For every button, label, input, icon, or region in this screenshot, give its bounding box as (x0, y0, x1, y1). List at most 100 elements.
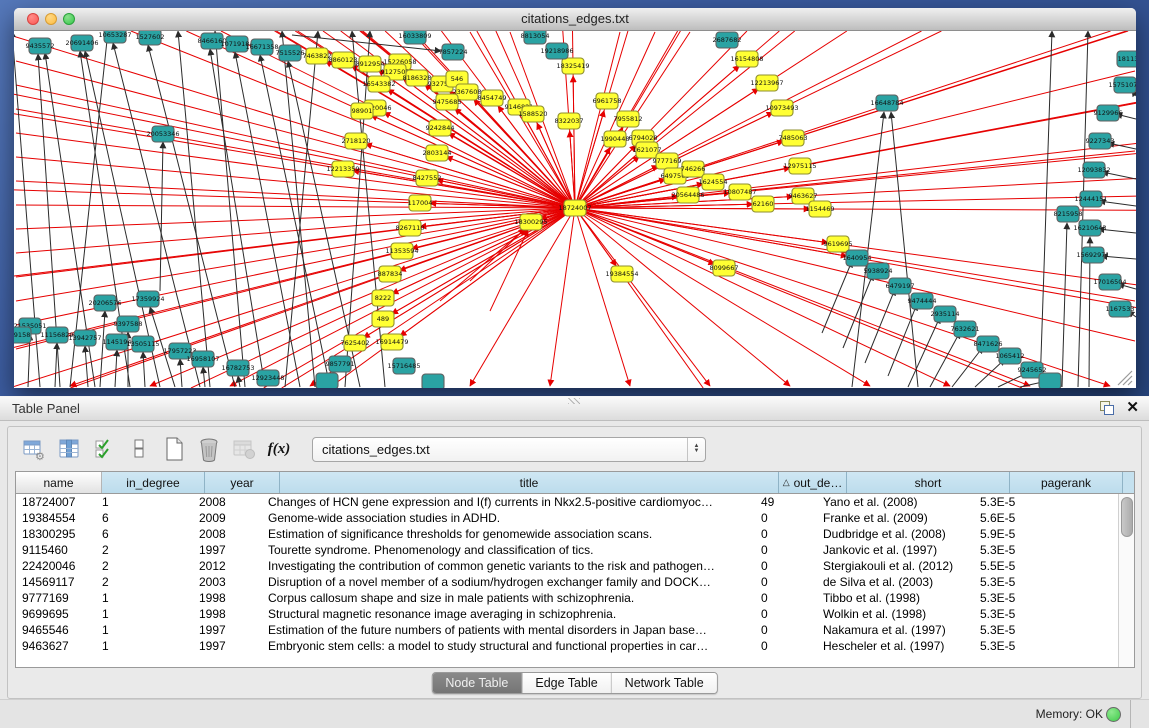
network-node[interactable]: 8471626 (974, 336, 1003, 352)
close-button[interactable] (27, 13, 39, 25)
network-node[interactable]: 12093832 (1077, 162, 1110, 178)
function-icon[interactable]: f(x) (267, 437, 291, 461)
table-row[interactable]: 946362711997Embryonic stem cells: a mode… (16, 638, 1134, 654)
network-node[interactable]: 62160 (752, 196, 774, 212)
network-node[interactable]: 1640954 (843, 250, 872, 266)
zoom-button[interactable] (63, 13, 75, 25)
network-node[interactable]: 2718120 (342, 133, 371, 149)
network-canvas[interactable]: 1872400788601238912954152260589127503165… (14, 31, 1136, 388)
network-node[interactable]: 18325419 (556, 58, 589, 74)
network-node[interactable]: 1588520 (519, 106, 548, 122)
trash-icon[interactable] (197, 437, 221, 461)
network-window[interactable]: citations_edges.txt 18724007886012389129… (14, 8, 1136, 388)
network-node[interactable]: 9129966 (1094, 105, 1123, 121)
network-node[interactable]: 15751074 (1108, 77, 1136, 93)
network-node[interactable]: 16033809 (398, 31, 431, 44)
table-row[interactable]: 1456911722003Disruption of a novel membe… (16, 574, 1134, 590)
network-node[interactable]: 98901 (351, 103, 373, 119)
network-node[interactable]: 7625402 (341, 335, 370, 351)
network-node[interactable]: 6961758 (593, 93, 622, 109)
network-node[interactable]: 16154808 (730, 51, 763, 67)
column-header-name[interactable]: name (16, 472, 102, 493)
network-node[interactable]: 7515526 (276, 45, 305, 61)
column-header-short[interactable]: short (847, 472, 1010, 493)
network-node[interactable]: 489 (372, 311, 394, 327)
network-node[interactable]: 2803144 (423, 145, 452, 161)
network-node[interactable]: 9227343 (1086, 133, 1115, 149)
network-node[interactable]: 10807487 (723, 184, 756, 200)
rows-icon[interactable] (127, 437, 151, 461)
network-node[interactable]: 20691406 (65, 35, 98, 51)
network-node[interactable]: 11353594 (385, 243, 418, 259)
network-node[interactable]: 9777169 (653, 153, 682, 169)
network-graph[interactable]: 1872400788601238912954152260589127503165… (14, 31, 1136, 388)
table-panel-header[interactable]: Table Panel ✕ (0, 397, 1149, 421)
scrollbar-thumb[interactable] (1121, 497, 1133, 537)
network-node[interactable]: 17359924 (131, 291, 164, 307)
close-panel-icon[interactable]: ✕ (1126, 400, 1139, 415)
splitter-grip[interactable] (568, 398, 580, 404)
network-node[interactable]: 8099667 (710, 260, 739, 276)
network-node[interactable]: 9475685 (433, 94, 462, 110)
network-node[interactable]: 1154469 (806, 201, 835, 217)
network-node[interactable] (1039, 373, 1061, 388)
network-node[interactable]: 7485063 (779, 130, 808, 146)
network-node[interactable]: 1065412 (996, 348, 1025, 364)
network-node[interactable]: 12975115 (783, 158, 816, 174)
column-header-pagerank[interactable]: pagerank (1010, 472, 1123, 493)
table-columns-icon[interactable] (57, 437, 81, 461)
network-node[interactable]: 9857791 (326, 356, 355, 372)
network-node[interactable]: 1527602 (136, 31, 165, 45)
network-node[interactable]: 16782753 (221, 360, 254, 376)
table-row[interactable]: 911546021997Tourette syndrome. Phenomeno… (16, 542, 1134, 558)
network-node[interactable]: 9474444 (908, 293, 937, 309)
memory-status-indicator[interactable] (1106, 707, 1121, 722)
column-header-year[interactable]: year (205, 472, 280, 493)
network-node[interactable]: 887834 (378, 266, 403, 282)
column-header-in_degree[interactable]: in_degree (102, 472, 205, 493)
network-node[interactable]: 8322037 (555, 113, 584, 129)
table-row[interactable]: 969969511998Structural magnetic resonanc… (16, 606, 1134, 622)
tab-edge-table[interactable]: Edge Table (522, 673, 611, 693)
network-node[interactable]: 12444151 (1074, 191, 1107, 207)
table-scrollbar[interactable] (1118, 494, 1134, 667)
network-node[interactable]: 8813054 (521, 31, 550, 44)
network-node[interactable]: 746266 (681, 161, 706, 177)
network-node[interactable]: 1167533 (1106, 301, 1135, 317)
network-node[interactable]: 8427552 (413, 170, 442, 186)
table-row[interactable]: 946554611997Estimation of the future num… (16, 622, 1134, 638)
minimize-button[interactable] (45, 13, 57, 25)
network-node[interactable] (316, 373, 338, 388)
column-header-title[interactable]: title (280, 472, 779, 493)
table-row[interactable]: 2242004622012Investigating the contribut… (16, 558, 1134, 574)
network-node[interactable]: 8222 (372, 290, 394, 306)
network-node[interactable]: 9435572 (26, 38, 55, 54)
network-node[interactable]: 19218986 (540, 43, 573, 59)
new-document-icon[interactable] (162, 437, 186, 461)
network-node[interactable]: 7857224 (439, 44, 468, 60)
network-node[interactable]: 12213967 (750, 75, 783, 91)
table-row[interactable]: 977716911998Corpus callosum shape and si… (16, 590, 1134, 606)
network-node[interactable]: 9397588 (114, 316, 143, 332)
network-node[interactable]: 19384554 (605, 266, 638, 282)
network-window-titlebar[interactable]: citations_edges.txt (14, 8, 1136, 31)
network-node[interactable]: 7463822 (303, 48, 332, 64)
network-node[interactable]: 15716485 (387, 358, 420, 374)
network-node[interactable]: 2935114 (931, 306, 960, 322)
table-row[interactable]: 1830029562008Estimation of significance … (16, 526, 1134, 542)
network-node[interactable]: 1990448 (601, 131, 630, 147)
network-node[interactable]: 39158 (14, 327, 31, 343)
network-node[interactable]: 16210643 (1073, 220, 1106, 236)
tab-network-table[interactable]: Network Table (612, 673, 717, 693)
select-checklist-icon[interactable] (92, 437, 116, 461)
network-node[interactable]: 8215958 (1054, 206, 1083, 222)
network-node[interactable]: 17016504 (1093, 274, 1126, 290)
network-node[interactable]: 6479197 (886, 278, 915, 294)
network-node[interactable]: 20053346 (146, 126, 179, 142)
table-row[interactable]: 1938455462009Genome-wide association stu… (16, 510, 1134, 526)
float-window-icon[interactable] (1100, 401, 1114, 415)
table-row[interactable]: 1872400712008Changes of HCN gene express… (16, 494, 1134, 510)
network-node[interactable]: 9242844 (426, 120, 455, 136)
table-settings-icon[interactable]: ⚙ (22, 437, 46, 461)
network-node[interactable]: 5938924 (864, 263, 893, 279)
